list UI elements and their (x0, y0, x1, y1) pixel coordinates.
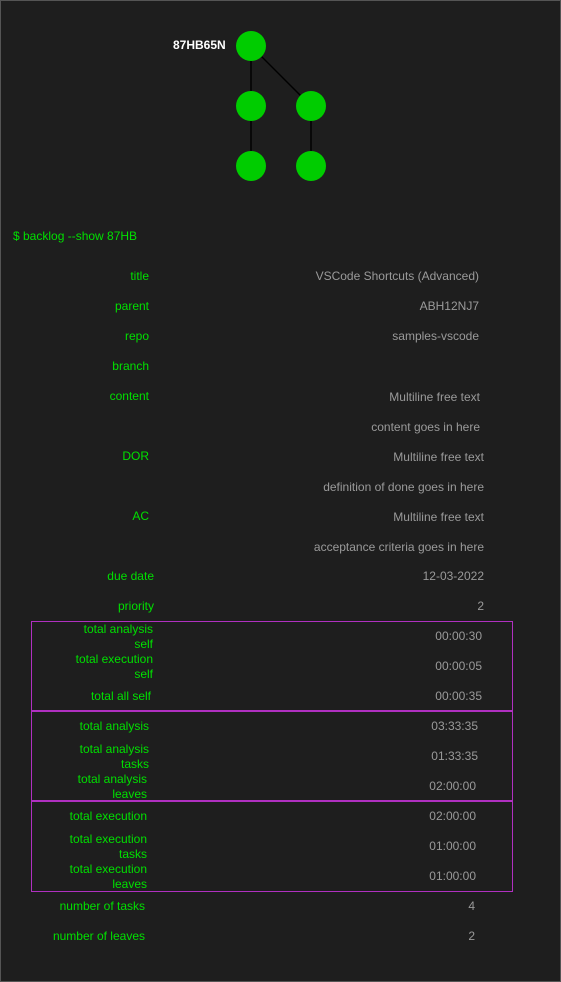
total-analysis-tasks-label: total analysis tasks (51, 742, 149, 772)
label-line: total analysis (77, 772, 147, 786)
total-execution-leaves-label: total execution leaves (41, 862, 147, 892)
field-label: repo (124, 329, 149, 343)
field-label: priority (117, 599, 154, 613)
total-analysis-self-value: 00:00:30 (435, 629, 482, 643)
total-execution-value: 02:00:00 (429, 809, 476, 823)
field-label: branch (112, 359, 149, 373)
field-value-line2: content goes in here (371, 420, 480, 434)
count-row-tasks: number of tasks 4 (1, 899, 561, 929)
count-row-leaves: number of leaves 2 (1, 929, 561, 959)
total-execution-self-value: 00:00:05 (435, 659, 482, 673)
field-row-ac: AC Multiline free text acceptance criter… (1, 509, 561, 554)
field-label: DOR (122, 449, 149, 463)
count-label: number of tasks (59, 899, 145, 913)
label-line: tasks (120, 757, 149, 771)
count-value: 4 (468, 899, 475, 913)
field-value-line2: acceptance criteria goes in here (313, 540, 484, 554)
field-label: content (109, 389, 149, 403)
count-label: number of leaves (52, 929, 145, 943)
root-node-label: 87HB65N (173, 38, 226, 52)
total-all-self-label: total all self (90, 689, 151, 703)
field-label: AC (132, 509, 149, 523)
total-analysis-leaves-label: total analysis leaves (51, 772, 147, 802)
field-value: VSCode Shortcuts (Advanced) (315, 269, 479, 283)
field-row-content: content Multiline free text content goes… (1, 389, 561, 434)
field-value: samples-vscode (392, 329, 479, 343)
tree-node-child[interactable] (296, 91, 326, 121)
total-execution-label: total execution (69, 809, 147, 823)
total-analysis-value: 03:33:35 (431, 719, 478, 733)
field-value: Multiline free text (393, 450, 484, 464)
field-value[interactable]: ABH12NJ7 (420, 299, 479, 313)
total-analysis-self-label: total analysis self (61, 622, 153, 652)
field-row-title: title VSCode Shortcuts (Advanced) (1, 269, 561, 299)
terminal-window: 87HB65N $ backlog --show 87HB title VSCo… (0, 0, 561, 982)
total-execution-self-label: total execution self (61, 652, 153, 682)
label-line: total execution (69, 862, 147, 876)
field-value-line2: definition of done goes in here (323, 480, 484, 494)
label-line: self (134, 667, 153, 681)
total-all-self-value: 00:00:35 (435, 689, 482, 703)
label-line: tasks (118, 847, 147, 861)
field-row-dor: DOR Multiline free text definition of do… (1, 449, 561, 494)
tree-node-root[interactable] (236, 31, 266, 61)
label-line: total analysis (79, 742, 149, 756)
field-row-repo: repo samples-vscode (1, 329, 561, 359)
label-line: total analysis (83, 622, 153, 636)
total-execution-leaves-value: 01:00:00 (429, 869, 476, 883)
total-analysis-tasks-value: 01:33:35 (431, 749, 478, 763)
count-value: 2 (468, 929, 475, 943)
field-label: due date (107, 569, 154, 583)
label-line: total execution (69, 832, 147, 846)
label-line: total execution (75, 652, 153, 666)
field-value: Multiline free text (389, 390, 480, 404)
label-line: self (134, 637, 153, 651)
total-analysis-leaves-value: 02:00:00 (429, 779, 476, 793)
total-analysis-label: total analysis (79, 719, 149, 733)
field-value: 12-03-2022 (422, 569, 484, 583)
field-row-branch: branch (1, 359, 561, 389)
tree-node-child[interactable] (236, 91, 266, 121)
label-line: leaves (112, 877, 147, 891)
tree-node-leaf[interactable] (236, 151, 266, 181)
field-value: 2 (477, 599, 484, 613)
total-execution-tasks-value: 01:00:00 (429, 839, 476, 853)
field-label: parent (114, 299, 149, 313)
field-label: title (130, 269, 149, 283)
field-value: Multiline free text (393, 510, 484, 524)
field-row-parent: parent ABH12NJ7 (1, 299, 561, 329)
task-tree-graph (236, 31, 326, 181)
tree-node-leaf[interactable] (296, 151, 326, 181)
field-row-due-date: due date 12-03-2022 (1, 569, 561, 599)
total-execution-tasks-label: total execution tasks (41, 832, 147, 862)
command-line: $ backlog --show 87HB (13, 229, 138, 243)
